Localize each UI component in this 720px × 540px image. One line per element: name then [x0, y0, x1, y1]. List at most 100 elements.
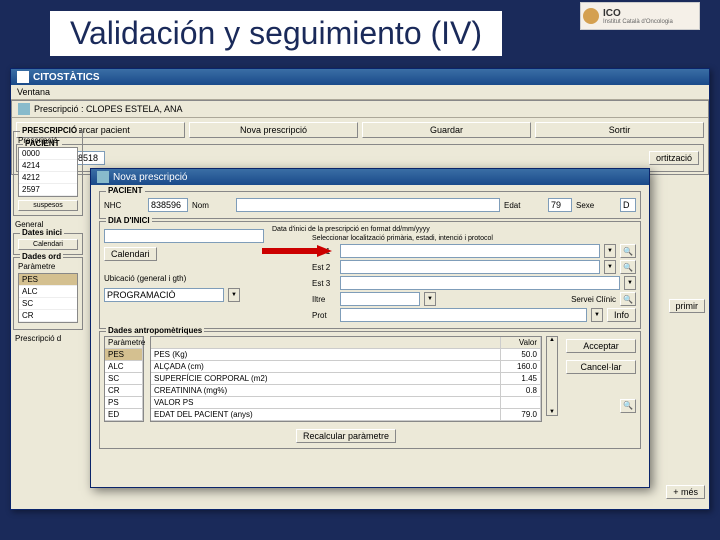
grid-header [151, 337, 501, 348]
grid-cell: EDAT DEL PACIENT (anys) [151, 409, 501, 420]
grid-cell[interactable]: 160.0 [501, 361, 541, 372]
menu-bar[interactable]: Ventana [11, 85, 709, 100]
scrollbar[interactable]: ▲ ▼ [546, 336, 558, 416]
prescription-fieldset: PRESCRIPCIÓ Prescripció 0000 4214 4212 2… [13, 131, 83, 216]
search-icon[interactable]: 🔍 [620, 399, 636, 413]
anthropometric-grid: Valor PES (Kg)50.0 ALÇADA (cm)160.0 SUPE… [150, 336, 542, 422]
cancel-button[interactable]: Cancel·lar [566, 360, 636, 374]
field-label: Prot [312, 311, 336, 320]
list-item[interactable]: 2597 [19, 184, 77, 196]
grid-cell[interactable]: 50.0 [501, 349, 541, 360]
more-button[interactable]: + més [666, 485, 705, 499]
grid-cell[interactable]: 1.45 [501, 373, 541, 384]
iltre-input[interactable] [340, 292, 420, 306]
accept-button[interactable]: Acceptar [566, 339, 636, 353]
calendar-button[interactable]: Calendari [18, 239, 78, 250]
field-label: Est 2 [312, 263, 336, 272]
app-icon [17, 71, 29, 83]
modal-sexe-label: Sexe [576, 201, 616, 210]
search-icon[interactable]: 🔍 [620, 292, 636, 306]
modal-nhc-label: NHC [104, 201, 144, 210]
list-item[interactable]: 4212 [19, 172, 77, 184]
est3-input[interactable] [340, 276, 620, 290]
grid-cell[interactable] [501, 397, 541, 408]
prescription-list[interactable]: 0000 4214 4212 2597 [18, 147, 78, 197]
list-item[interactable]: ALC [19, 286, 77, 298]
grid-cell[interactable]: PES [105, 349, 143, 360]
grid-cell[interactable]: 79.0 [501, 409, 541, 420]
suspended-button[interactable]: suspesos [18, 200, 78, 211]
chevron-down-icon[interactable]: ▼ [424, 292, 436, 306]
grid-cell[interactable]: CR [105, 385, 143, 396]
params-fieldset: Dades ord Paràmetre PES ALC SC CR [13, 257, 83, 330]
print-button[interactable]: primir [669, 299, 706, 313]
chevron-down-icon[interactable]: ▼ [591, 308, 603, 322]
ubication-input[interactable] [104, 288, 224, 302]
grid-cell[interactable]: 0.8 [501, 385, 541, 396]
search-icon[interactable]: 🔍 [620, 244, 636, 258]
modal-calendar-button[interactable]: Calendari [104, 247, 157, 261]
date-format-label: Data d'inici de la prescripció en format… [272, 226, 636, 233]
grid-cell[interactable]: SC [105, 373, 143, 384]
chevron-down-icon[interactable]: ▼ [228, 288, 240, 302]
prescription-legend: PRESCRIPCIÓ [20, 126, 79, 135]
red-arrow-icon [262, 245, 332, 257]
modal-edat-label: Edat [504, 201, 544, 210]
dialog-icon [97, 171, 109, 183]
recalculate-button[interactable]: Recalcular paràmetre [296, 429, 396, 443]
grid-cell: SUPERFÍCIE CORPORAL (m2) [151, 373, 501, 384]
params-legend: Dades ord [20, 252, 63, 261]
modal-nom-input[interactable] [236, 198, 500, 212]
exit-button[interactable]: Sortir [535, 122, 704, 138]
modal-patient-fieldset: PACIENT NHC Nom Edat Sexe [99, 191, 641, 219]
anthropometric-fieldset: Dades antropomètriques Paràmetre PES ALC… [99, 331, 641, 449]
field-label: Iltre [312, 295, 336, 304]
param-code-grid: Paràmetre PES ALC SC CR PS ED [104, 336, 144, 422]
start-date-legend: DIA D'INICI [106, 216, 152, 225]
modal-nom-label: Nom [192, 201, 232, 210]
new-prescription-button[interactable]: Nova prescripció [189, 122, 358, 138]
list-item[interactable]: CR [19, 310, 77, 322]
field-label: Est 3 [312, 279, 336, 288]
start-date-input[interactable] [104, 229, 264, 243]
start-date-fieldset: DIA D'INICI Calendari Ubicació (general … [99, 221, 641, 329]
grid-cell[interactable]: ALC [105, 361, 143, 372]
search-icon[interactable]: 🔍 [620, 260, 636, 274]
scroll-up-icon[interactable]: ▲ [547, 337, 557, 343]
prescription-titlebar: Prescripció : CLOPES ESTELA, ANA [12, 101, 708, 118]
save-button[interactable]: Guardar [362, 122, 531, 138]
select-protocol-label: Seleccionar localització primària, estad… [312, 235, 636, 242]
modal-edat-input[interactable] [548, 198, 572, 212]
anthropometric-legend: Dades antropomètriques [106, 326, 204, 335]
param-label: Paràmetre [18, 262, 78, 271]
list-item[interactable]: PES [19, 274, 77, 286]
servei-label: Servei Clínic [571, 295, 616, 304]
modal-sexe-input[interactable] [620, 198, 636, 212]
authorization-button[interactable]: ortització [649, 151, 699, 165]
modal-nhc-input[interactable] [148, 198, 188, 212]
list-item[interactable]: 0000 [19, 148, 77, 160]
info-button[interactable]: Info [607, 308, 636, 322]
chevron-down-icon[interactable]: ▼ [624, 276, 636, 290]
grid-header: Paràmetre [105, 337, 143, 348]
window-icon [18, 103, 30, 115]
list-item[interactable]: SC [19, 298, 77, 310]
prescription-title: Prescripció : CLOPES ESTELA, ANA [34, 104, 183, 114]
ubication-label: Ubicació (general i gth) [104, 274, 186, 283]
menu-ventana[interactable]: Ventana [17, 87, 50, 97]
param-list[interactable]: PES ALC SC CR [18, 273, 78, 323]
chevron-down-icon[interactable]: ▼ [604, 244, 616, 258]
grid-cell[interactable]: PS [105, 397, 143, 408]
prot-input[interactable] [340, 308, 587, 322]
scroll-down-icon[interactable]: ▼ [547, 409, 557, 415]
est2-input[interactable] [340, 260, 600, 274]
est1-input[interactable] [340, 244, 600, 258]
dates-legend: Dates inici [20, 228, 64, 237]
modal-patient-legend: PACIENT [106, 186, 145, 195]
list-item[interactable]: 4214 [19, 160, 77, 172]
grid-cell: ALÇADA (cm) [151, 361, 501, 372]
grid-cell: CREATININA (mg%) [151, 385, 501, 396]
dialog-titlebar: Nova prescripció [91, 169, 649, 185]
grid-cell[interactable]: ED [105, 409, 143, 420]
chevron-down-icon[interactable]: ▼ [604, 260, 616, 274]
